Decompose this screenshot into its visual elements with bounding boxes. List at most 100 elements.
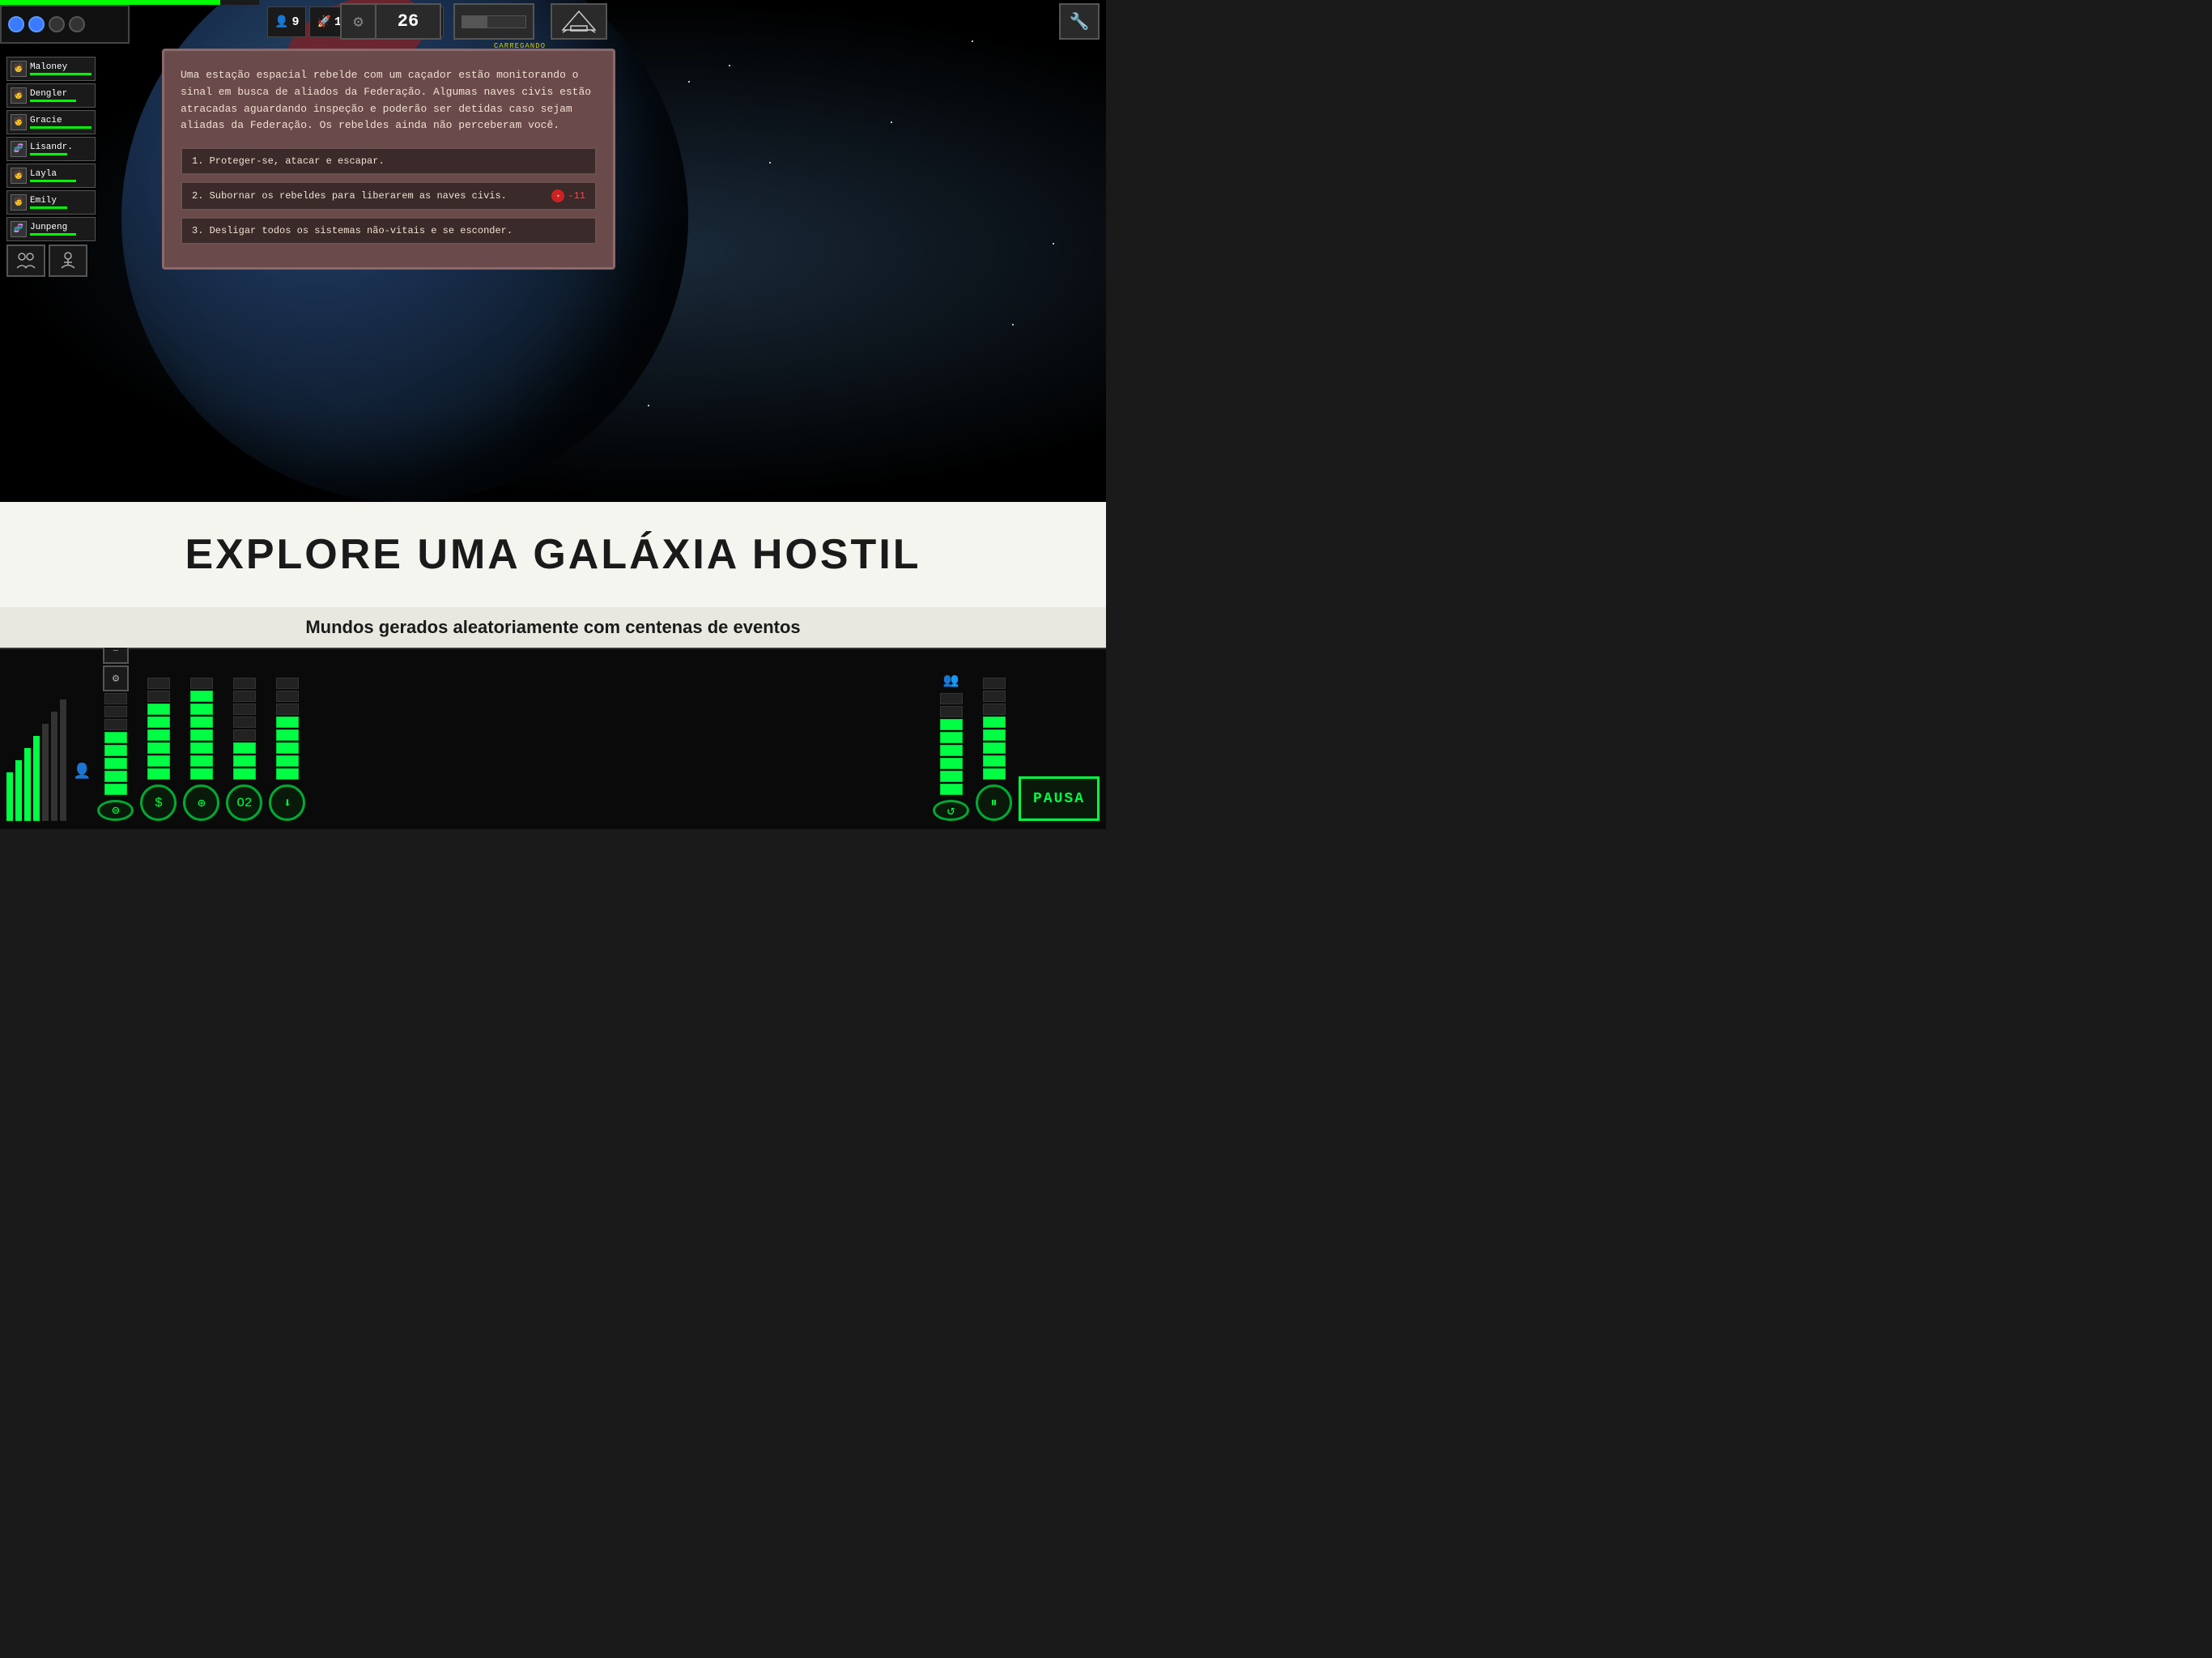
group-icon [15,250,36,271]
right-seg-2 [940,771,963,782]
crew-member-maloney[interactable]: 🧑 Maloney [6,57,96,81]
scrap-icon: ✦ [551,189,564,202]
crew-health-gracie [30,126,91,129]
star [688,81,690,83]
engines-seg-4 [147,729,170,741]
wrench-button[interactable]: 🔧 [1059,3,1100,40]
person-icon: 👤 [73,763,91,780]
gear-display: ⚙ 26 [340,3,441,40]
star [1053,243,1054,244]
shields-seg-4 [104,745,127,756]
crew-name-dengler: Dengler [30,89,91,99]
medbay-seg-5 [233,716,256,728]
event-option-3[interactable]: 3. Desligar todos os sistemas não-vitais… [181,217,597,244]
oxygen-button[interactable]: ⬇ [269,784,305,821]
crew-name-layla: Layla [30,169,91,179]
crew-member-junpeng[interactable]: 🧬 Junpeng [6,217,96,241]
star [648,405,649,406]
crew-member-lisandr[interactable]: 🧬 Lisandr. [6,137,96,161]
crew-member-dengler[interactable]: 🧑 Dengler [6,83,96,108]
engines-seg-3 [147,742,170,754]
weapons-seg-6 [190,704,213,715]
star [769,162,771,164]
right-seg-8 [940,693,963,704]
crew-name-maloney: Maloney [30,62,91,72]
star [972,40,973,42]
weapons-seg-8 [190,678,213,689]
crew-person-indicator: 👤 [73,763,91,780]
shields-seg-1 [104,784,127,795]
oxygen-seg-4 [276,729,299,741]
right-seg-2-5 [983,716,1006,728]
pause-button[interactable]: PAUSA [1019,776,1100,821]
option-3-text: 3. Desligar todos os sistemas não-vitais… [192,225,513,236]
medbay-seg-6 [233,704,256,715]
oxygen-seg-5 [276,716,299,728]
crew-action-individual[interactable] [49,244,87,277]
crew-health-maloney [30,73,91,75]
star [729,65,730,66]
crew-member-layla[interactable]: 🧑 Layla [6,164,96,188]
pause-circle-button[interactable]: ⏸ [976,784,1012,821]
crew-avatar-maloney: 🧑 [11,61,27,77]
crew-member-gracie[interactable]: 🧑 Gracie [6,110,96,134]
speed-value: 26 [398,11,419,32]
shields-seg-2 [104,771,127,782]
right-seg-5 [940,732,963,743]
oxygen-seg-6 [276,704,299,715]
crew-avatar-layla: 🧑 [11,168,27,184]
right-seg-1 [940,784,963,795]
event-option-1[interactable]: 1. Proteger-se, atacar e escapar. [181,147,597,175]
hull-dot-2 [28,16,45,32]
hull-dot-3 [49,16,65,32]
crew-value: 9 [291,15,299,29]
star [891,121,892,123]
crew-action-group[interactable] [6,244,45,277]
weapons-system: ⊕ [183,649,219,821]
pause-label: PAUSA [1033,791,1085,807]
crew-name-gracie: Gracie [30,116,91,125]
crew-health-emily [30,206,67,209]
right-seg-2-1 [983,768,1006,780]
crew-avatar-gracie: 🧑 [11,114,27,130]
shields-system: ⬆ — ⚙ ⊜ [97,649,134,821]
crew-panel: 🧑 Maloney 🧑 Dengler 🧑 Gracie 🧬 Lisandr. [6,57,96,277]
right-seg-2-3 [983,742,1006,754]
engines-system: $ [140,649,177,821]
crew-avatar-dengler: 🧑 [11,87,27,104]
shields-button[interactable]: ⊜ [97,800,134,821]
gear-icon: ⚙ [353,11,363,32]
engines-bar-stack [147,678,170,780]
weapons-seg-2 [190,755,213,767]
event-option-2[interactable]: 2. Subornar os rebeldes para liberarem a… [181,181,597,210]
engines-seg-8 [147,678,170,689]
crew-stat: 👤 9 [267,6,306,37]
speed-line-2 [15,760,22,821]
right-seg-7 [940,706,963,717]
energy-bar [462,15,526,28]
crew-member-emily[interactable]: 🧑 Emily [6,190,96,215]
option-1-text: 1. Proteger-se, atacar e escapar. [192,155,385,167]
hull-dot-1 [8,16,24,32]
medbay-button[interactable]: O2 [226,784,262,821]
weapons-button[interactable]: ⊕ [183,784,219,821]
crew-avatar-emily: 🧑 [11,194,27,210]
crew-name-emily: Emily [30,196,91,206]
engines-seg-2 [147,755,170,767]
teleport-button[interactable]: ↺ [933,800,969,821]
speed-line-7 [60,699,66,821]
right-seg-6 [940,719,963,730]
medbay-seg-1 [233,768,256,780]
right-seg-4 [940,745,963,756]
weapons-seg-7 [190,691,213,702]
weapons-seg-1 [190,768,213,780]
speed-display: 26 [376,3,441,40]
shields-seg-8 [104,693,127,704]
banner-area: EXPLORE UMA GALÁXIA HOSTIL [0,502,1106,607]
bottom-game-ui: 👤 ⬆ — ⚙ ⊜ $ [0,648,1106,829]
energy-fill [462,16,487,28]
engines-button[interactable]: $ [140,784,177,821]
right-seg-2-4 [983,729,1006,741]
oxygen-seg-7 [276,691,299,702]
right-seg-2-7 [983,691,1006,702]
